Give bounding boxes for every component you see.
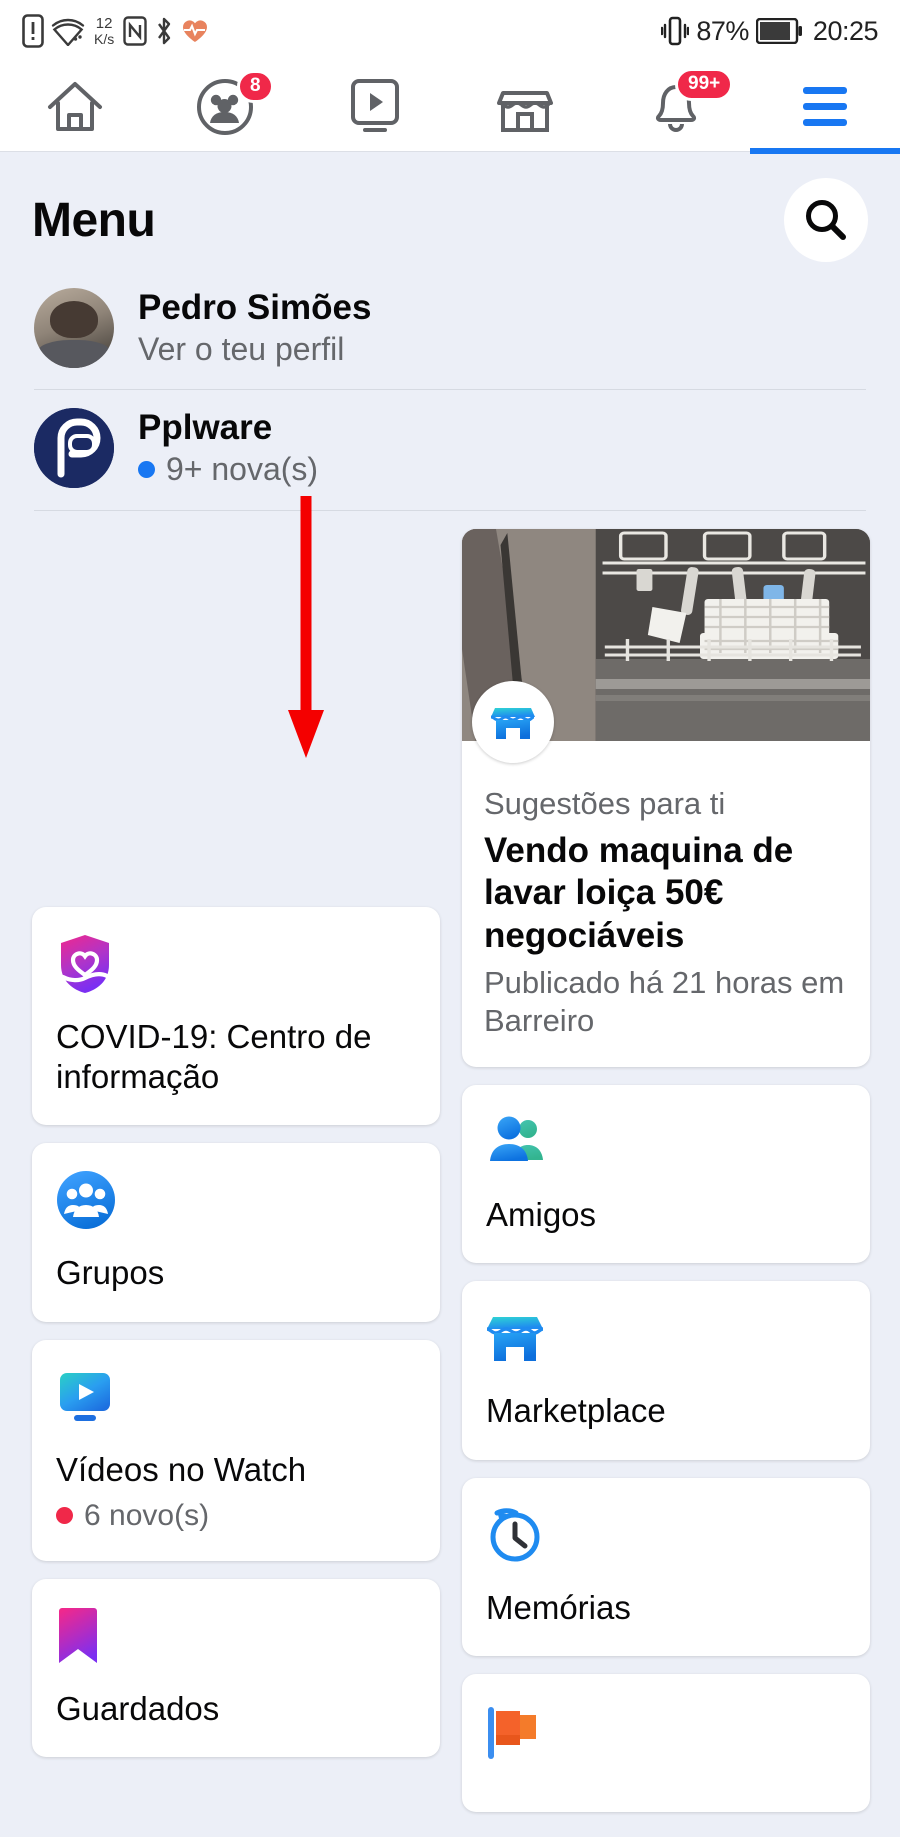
home-tab[interactable]	[0, 62, 150, 152]
menu-tab[interactable]	[750, 62, 900, 154]
status-bar: 12 K/s 87% 20:25	[0, 0, 900, 62]
page-badge-text: 9+ nova(s)	[166, 450, 319, 487]
page-text-block: Pplware 9+ nova(s)	[138, 408, 318, 488]
watch-tab[interactable]	[300, 62, 450, 152]
top-navigation-bar: 8 99+	[0, 62, 900, 154]
wifi-icon	[51, 18, 85, 46]
menu-grid-right-column: Sugestões para ti Vendo maquina de lavar…	[462, 528, 870, 1812]
menu-item-label: Grupos	[56, 1254, 165, 1292]
menu-header: Menu	[0, 152, 900, 280]
heart-rate-icon	[183, 20, 208, 42]
menu-item-groups[interactable]: Grupos	[32, 1143, 440, 1322]
menu-grid: COVID-19: Centro de informação Grupos Ví…	[0, 511, 900, 1812]
annotation-arrow-down-icon	[288, 496, 324, 758]
marketplace-storefront-icon	[472, 680, 554, 763]
vibrate-icon	[661, 16, 690, 46]
bluetooth-icon	[158, 17, 171, 45]
profile-subtitle: Ver o teu perfil	[138, 331, 345, 368]
page-badge-row: 9+ nova(s)	[138, 451, 318, 488]
annotation-spacer	[32, 529, 440, 889]
menu-item-label: Marketplace	[486, 1392, 666, 1430]
active-tab-indicator	[750, 147, 900, 154]
marketplace-suggestion-card[interactable]: Sugestões para ti Vendo maquina de lavar…	[462, 528, 870, 1068]
menu-item-friends[interactable]: Amigos	[462, 1085, 870, 1264]
page-shortcut-row[interactable]: Pplware 9+ nova(s)	[0, 390, 900, 510]
memories-clock-icon	[486, 1504, 548, 1566]
hamburger-icon	[803, 87, 847, 126]
covid-shield-heart-icon	[56, 933, 118, 995]
menu-item-label: Vídeos no Watch	[56, 1450, 307, 1488]
marketplace-card-meta: Publicado há 21 horas em Barreiro	[484, 964, 845, 1039]
search-button[interactable]	[784, 178, 868, 262]
facebook-menu-screen: 12 K/s 87% 20:25 8 99+ Menu Pedro Simões…	[0, 0, 900, 1837]
network-speed-unit: K/s	[94, 31, 115, 47]
watch-video-icon	[56, 1366, 118, 1428]
bookmark-icon	[56, 1605, 118, 1667]
profile-name: Pedro Simões	[138, 288, 372, 327]
menu-item-label: Guardados	[56, 1689, 220, 1727]
sim-card-alert-icon	[22, 14, 44, 48]
network-speed-indicator: 12 K/s	[94, 16, 114, 46]
menu-item-covid-information-center[interactable]: COVID-19: Centro de informação	[32, 906, 440, 1126]
pplware-logo	[34, 407, 114, 488]
status-bar-right: 87% 20:25	[661, 15, 879, 47]
notifications-badge: 99+	[675, 67, 734, 102]
friends-two-people-icon	[486, 1111, 548, 1173]
marketplace-card-kicker: Sugestões para ti	[484, 785, 726, 821]
status-bar-clock: 20:25	[812, 15, 879, 46]
page-title: Menu	[32, 193, 156, 247]
friends-tab[interactable]: 8	[150, 62, 300, 152]
marketplace-card-title: Vendo maquina de lavar loiça 50€ negociá…	[484, 830, 794, 956]
avatar	[34, 288, 114, 369]
new-items-dot-icon	[138, 460, 155, 478]
menu-grid-left-column: COVID-19: Centro de informação Grupos Ví…	[32, 529, 440, 1758]
marketplace-card-body: Sugestões para ti Vendo maquina de lavar…	[462, 680, 870, 1067]
page-name: Pplware	[138, 407, 273, 447]
marketplace-tab[interactable]	[450, 62, 600, 152]
nfc-icon	[123, 16, 147, 46]
menu-item-sublabel: 6 novo(s)	[84, 1498, 210, 1532]
menu-item-marketplace[interactable]: Marketplace	[462, 1281, 870, 1460]
storefront-icon	[497, 90, 553, 132]
menu-item-label: COVID-19: Centro de informação	[56, 1017, 372, 1096]
groups-icon	[56, 1169, 118, 1231]
status-bar-left: 12 K/s	[22, 14, 209, 48]
battery-icon	[755, 18, 802, 44]
menu-item-memories[interactable]: Memórias	[462, 1477, 870, 1656]
video-play-icon	[351, 78, 399, 132]
network-speed-value: 12	[95, 15, 113, 32]
profile-text-block: Pedro Simões Ver o teu perfil	[138, 288, 371, 369]
marketplace-storefront-icon	[486, 1307, 548, 1369]
menu-item-label: Amigos	[486, 1196, 597, 1234]
notifications-tab[interactable]: 99+	[600, 62, 750, 152]
menu-item-label: Memórias	[486, 1588, 631, 1626]
friends-badge: 8	[237, 69, 274, 104]
menu-item-saved[interactable]: Guardados	[32, 1578, 440, 1758]
profile-row[interactable]: Pedro Simões Ver o teu perfil	[0, 280, 900, 389]
menu-item-sublabel-row: 6 novo(s)	[56, 1499, 416, 1533]
pages-flag-icon	[486, 1700, 548, 1762]
pplware-logo-glyph	[34, 407, 114, 488]
search-icon	[806, 200, 846, 240]
menu-item-pages[interactable]	[462, 1673, 870, 1812]
home-icon	[48, 81, 102, 131]
menu-item-watch-videos[interactable]: Vídeos no Watch 6 novo(s)	[32, 1339, 440, 1561]
battery-percent-label: 87%	[696, 15, 749, 46]
new-items-dot-icon	[56, 1507, 73, 1525]
